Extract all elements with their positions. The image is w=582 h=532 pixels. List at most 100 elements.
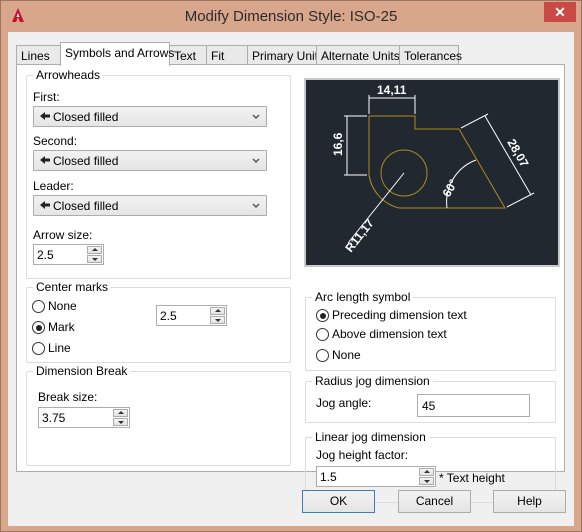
text-height-suffix: * Text height (439, 471, 505, 485)
dim-radius-text: R11,17 (342, 216, 377, 255)
tab-label: Fit (211, 49, 225, 63)
chevron-down-icon (252, 203, 260, 209)
tab-text[interactable]: Text (169, 45, 207, 65)
radio-label: Above dimension text (332, 327, 447, 341)
symbols-and-arrows-page: Arrowheads First: Closed filled Second: … (16, 64, 565, 503)
help-button[interactable]: Help (493, 490, 566, 513)
center-marks-legend: Center marks (33, 280, 112, 294)
arrowheads-legend: Arrowheads (33, 68, 104, 82)
spin-up-button[interactable] (419, 468, 434, 476)
break-size-label: Break size: (38, 390, 98, 404)
arrow-size-value: 2.5 (37, 248, 54, 262)
center-mark-size-spinner[interactable]: 2.5 (156, 305, 227, 326)
leader-arrowhead-select[interactable]: Closed filled (33, 195, 267, 216)
ext-line (506, 192, 535, 208)
spin-down-button[interactable] (113, 418, 128, 426)
first-arrowhead-select[interactable]: Closed filled (33, 106, 267, 127)
tab-symbols-and-arrows[interactable]: Symbols and Arrows (60, 42, 174, 66)
radius-jog-legend: Radius jog dimension (312, 374, 433, 388)
spinner-buttons (113, 409, 128, 426)
dim-top-text: 14,11 (377, 83, 407, 97)
dimension-break-group: Dimension Break Break size: 3.75 (26, 364, 291, 466)
spin-up-button[interactable] (87, 246, 102, 254)
preview-labels: 14,11 16,6 28,07 60° R11,17 (331, 83, 532, 255)
preview-dimensions (344, 95, 535, 244)
arrowheads-group: Arrowheads First: Closed filled Second: … (26, 68, 291, 279)
closed-filled-arrow-icon (40, 156, 50, 164)
dim-left-text: 16,6 (331, 132, 345, 156)
radio-circle (32, 342, 45, 355)
radio-label: Preceding dimension text (332, 308, 467, 322)
spin-down-button[interactable] (419, 477, 434, 485)
break-size-value: 3.75 (42, 411, 66, 425)
window-title: Modify Dimension Style: ISO-25 (184, 8, 398, 25)
jog-height-factor-spinner[interactable]: 1.5 (316, 466, 436, 487)
jog-height-factor-value: 1.5 (320, 470, 337, 484)
radius-jog-group: Radius jog dimension Jog angle: 45 (305, 374, 556, 423)
dim-angle-text: 60° (439, 177, 460, 200)
first-label: First: (33, 90, 60, 104)
close-button[interactable]: ✕ (544, 2, 576, 22)
tab-label: Symbols and Arrows (65, 46, 175, 60)
radio-circle (316, 349, 329, 362)
tab-alternate-units[interactable]: Alternate Units (316, 45, 400, 65)
title-bar[interactable]: Modify Dimension Style: ISO-25 ✕ (1, 1, 581, 32)
jog-angle-input[interactable]: 45 (417, 394, 530, 417)
close-icon: ✕ (554, 4, 566, 20)
jog-height-factor-label: Jog height factor: (316, 448, 409, 462)
ok-button[interactable]: OK (302, 490, 375, 513)
tab-lines[interactable]: Lines (16, 45, 61, 65)
preview-drawing: 14,11 16,6 28,07 60° R11,17 (331, 83, 535, 255)
tab-label: Primary Units (252, 49, 325, 63)
linear-jog-legend: Linear jog dimension (312, 430, 429, 444)
arrow-size-spinner[interactable]: 2.5 (33, 244, 104, 265)
dialog-client-area: Lines Symbols and Arrows Text Fit Primar… (8, 32, 574, 526)
center-mark-size-value: 2.5 (160, 309, 177, 323)
tab-fit[interactable]: Fit (206, 45, 248, 65)
part-arc-edge (368, 174, 400, 209)
tab-primary-units[interactable]: Primary Units (247, 45, 324, 65)
jog-angle-label: Jog angle: (316, 396, 372, 410)
closed-filled-arrow-icon (40, 201, 50, 209)
spin-up-button[interactable] (113, 409, 128, 417)
first-arrowhead-value: Closed filled (53, 110, 119, 124)
closed-filled-arrow-icon (40, 112, 50, 120)
arc-length-legend: Arc length symbol (312, 290, 414, 304)
tab-label: Alternate Units (321, 49, 400, 63)
cancel-button[interactable]: Cancel (398, 490, 471, 513)
dim-right-text: 28,07 (504, 137, 531, 170)
second-arrowhead-select[interactable]: Closed filled (33, 150, 267, 171)
radio-label: None (48, 299, 77, 313)
preview-panel: 14,11 16,6 28,07 60° R11,17 (304, 78, 560, 267)
tab-tolerances[interactable]: Tolerances (399, 45, 462, 65)
radio-label: Mark (48, 320, 75, 334)
radio-label: Line (48, 341, 71, 355)
radio-circle (32, 300, 45, 313)
radio-circle (316, 328, 329, 341)
second-label: Second: (33, 134, 78, 148)
second-arrowhead-value: Closed filled (53, 154, 119, 168)
part-outline (369, 115, 506, 209)
dimension-break-legend: Dimension Break (33, 364, 131, 378)
spinner-buttons (87, 246, 102, 263)
spin-up-button[interactable] (210, 307, 225, 315)
radio-circle (32, 321, 45, 334)
leader-label: Leader: (33, 179, 74, 193)
ext-line (460, 113, 489, 129)
chevron-down-icon (252, 158, 260, 164)
tab-label: Lines (21, 49, 50, 63)
radio-circle (316, 309, 329, 322)
spin-down-button[interactable] (210, 316, 225, 324)
break-size-spinner[interactable]: 3.75 (38, 407, 130, 428)
jog-angle-value: 45 (422, 399, 436, 413)
preview-geometry (368, 115, 506, 209)
arc-length-symbol-group: Arc length symbol Preceding dimension te… (305, 290, 556, 371)
chevron-down-icon (252, 114, 260, 120)
spin-down-button[interactable] (87, 255, 102, 263)
spinner-buttons (419, 468, 434, 485)
arrow-size-label: Arrow size: (33, 228, 93, 242)
leader-arrowhead-value: Closed filled (53, 199, 119, 213)
spinner-buttons (210, 307, 225, 324)
radio-label: None (332, 348, 361, 362)
dialog-window: Modify Dimension Style: ISO-25 ✕ Lines S… (0, 0, 582, 532)
